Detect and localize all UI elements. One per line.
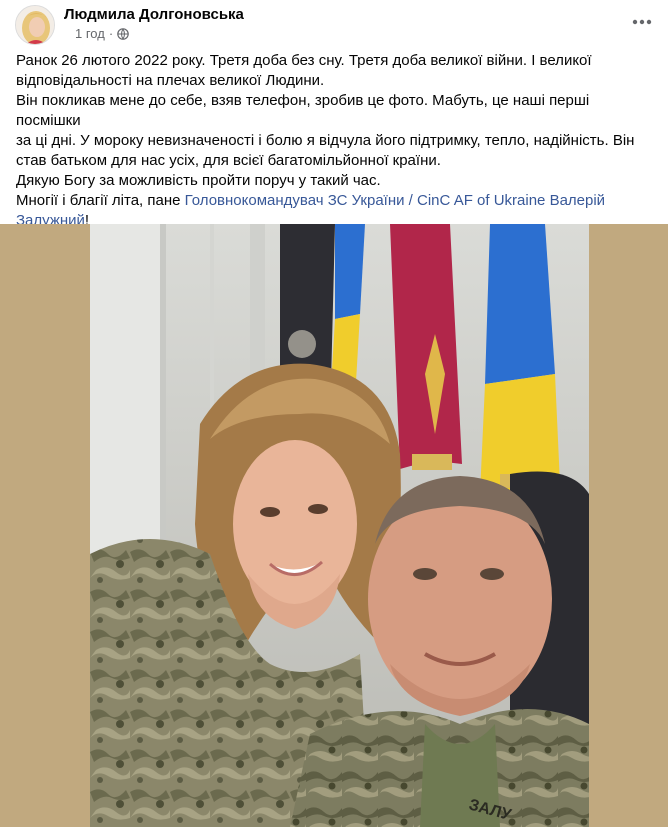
post-text-line: Многії і благії літа, пане Головнокоманд… [16, 191, 656, 211]
post-text-line: Ранок 26 лютого 2022 року. Третя доба бе… [16, 52, 592, 69]
globe-icon[interactable] [117, 28, 129, 40]
mentioned-page-link[interactable]: Головнокомандувач ЗС України / CinC AF o… [185, 192, 605, 209]
post-text-line: відповідальності на плечах великої Людин… [16, 72, 325, 89]
post-timestamp[interactable]: 1 год [75, 26, 105, 42]
more-options-button[interactable] [628, 8, 656, 36]
post-header: Людмила Долгоновська 1 год · [0, 0, 668, 52]
post-text-line: Дякую Богу за можливість пройти поруч у … [16, 172, 381, 189]
post-text-line: за ці дні. У мороку невизначеності і бол… [16, 132, 635, 149]
selfie-photo: ЗАЛУ [90, 224, 589, 827]
post-text: Ранок 26 лютого 2022 року. Третя доба бе… [16, 51, 656, 231]
author-avatar[interactable] [15, 5, 55, 45]
avatar-image [16, 6, 54, 44]
greeting-text: Многії і благії літа, пане [16, 192, 185, 209]
post-meta: 1 год · [75, 26, 129, 42]
post-text-line: Він покликав мене до себе, взяв телефон,… [16, 92, 590, 129]
more-horizontal-icon [632, 19, 652, 25]
post-text-line: став батьком для нас усіх, для всієї баг… [16, 152, 441, 169]
post-photo[interactable]: ЗАЛУ [90, 224, 589, 827]
meta-separator: · [108, 26, 114, 41]
facebook-post: Людмила Долгоновська 1 год · Ранок 26 лю… [0, 0, 668, 827]
post-photo-frame: ЗАЛУ [0, 224, 668, 827]
author-name[interactable]: Людмила Долгоновська [64, 6, 244, 24]
